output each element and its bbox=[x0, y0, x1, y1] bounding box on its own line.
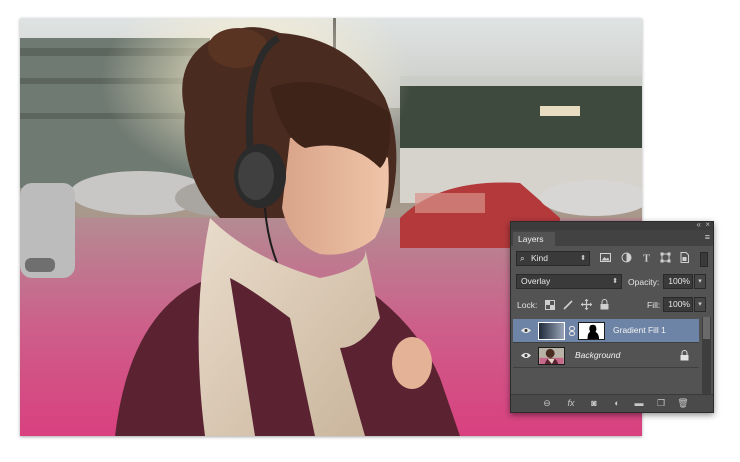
eye-icon[interactable] bbox=[521, 352, 531, 359]
svg-text:T: T bbox=[643, 254, 650, 264]
chevron-down-icon: ⬍ bbox=[612, 278, 618, 285]
adjustment-filter-icon[interactable] bbox=[621, 252, 632, 263]
opacity-label: Opacity: bbox=[628, 277, 660, 287]
fill-slider-button[interactable]: ▾ bbox=[694, 297, 706, 312]
filter-kind-label: Kind bbox=[531, 253, 549, 263]
new-layer-icon[interactable]: ❐ bbox=[655, 398, 667, 409]
gradient-thumbnail[interactable] bbox=[538, 322, 565, 340]
blend-row: Overlay ⬍ Opacity: 100% ▾ bbox=[511, 273, 713, 291]
adjustment-layer-icon[interactable]: ◐ bbox=[611, 398, 623, 409]
lock-row: Lock: Fill: 100% ▾ bbox=[511, 296, 713, 314]
lock-image-pixels-icon[interactable] bbox=[563, 300, 573, 310]
layer-row-background[interactable]: Background bbox=[513, 344, 699, 368]
smart-object-filter-icon[interactable] bbox=[679, 252, 690, 263]
fx-icon[interactable]: fx bbox=[565, 398, 577, 409]
tab-bar: Layers ≡ bbox=[511, 230, 713, 246]
blend-mode-value: Overlay bbox=[521, 276, 551, 286]
filter-toggle[interactable] bbox=[700, 252, 708, 267]
tab-layers[interactable]: Layers bbox=[513, 232, 555, 246]
opacity-slider-button[interactable]: ▾ bbox=[694, 274, 706, 289]
type-filter-icon[interactable]: T bbox=[641, 252, 652, 264]
fill-label: Fill: bbox=[647, 300, 661, 310]
close-icon[interactable]: × bbox=[705, 220, 710, 230]
blend-mode-select[interactable]: Overlay ⬍ bbox=[516, 274, 622, 289]
opacity-input[interactable]: 100% bbox=[663, 274, 693, 289]
layers-scrollbar[interactable] bbox=[702, 317, 711, 395]
layer-mask-thumbnail[interactable] bbox=[578, 322, 605, 340]
image-filter-icon[interactable] bbox=[600, 252, 611, 263]
eye-icon[interactable] bbox=[521, 327, 531, 334]
lock-position-icon[interactable] bbox=[581, 299, 592, 310]
layer-row-gradient-fill[interactable]: Gradient Fill 1 bbox=[513, 319, 699, 343]
layer-name[interactable]: Background bbox=[575, 350, 620, 360]
link-layers-icon[interactable]: ⊖ bbox=[541, 398, 553, 409]
collapse-icon[interactable]: « bbox=[697, 220, 701, 230]
layers-panel: « × Layers ≡ ⌕ Kind ⬍ T Overlay ⬍ Opacit… bbox=[510, 220, 714, 413]
filter-row: ⌕ Kind ⬍ T bbox=[511, 250, 713, 268]
shape-filter-icon[interactable] bbox=[660, 252, 671, 263]
link-icon[interactable] bbox=[569, 326, 575, 336]
fill-input[interactable]: 100% bbox=[663, 297, 693, 312]
lock-all-icon[interactable] bbox=[600, 299, 609, 310]
layer-name[interactable]: Gradient Fill 1 bbox=[613, 325, 666, 335]
delete-layer-icon[interactable]: 🗑 bbox=[677, 398, 689, 409]
layers-list: Gradient Fill 1 Background bbox=[513, 317, 699, 395]
add-mask-icon[interactable]: ◙ bbox=[588, 398, 600, 409]
panel-menu-icon[interactable]: ≡ bbox=[705, 232, 710, 243]
scrollbar-thumb[interactable] bbox=[703, 317, 710, 339]
chevron-down-icon: ⬍ bbox=[580, 255, 586, 262]
background-thumbnail[interactable] bbox=[538, 347, 565, 365]
panel-footer: ⊖ fx ◙ ◐ ▬ ❐ 🗑 bbox=[511, 394, 713, 412]
lock-icon[interactable] bbox=[680, 350, 689, 361]
filter-kind-select[interactable]: ⌕ Kind ⬍ bbox=[516, 251, 590, 266]
lock-label: Lock: bbox=[517, 300, 538, 310]
search-icon: ⌕ bbox=[520, 253, 525, 263]
lock-transparent-pixels-icon[interactable] bbox=[545, 300, 555, 310]
panel-titlebar[interactable]: « × bbox=[511, 220, 713, 230]
new-group-icon[interactable]: ▬ bbox=[633, 398, 645, 409]
